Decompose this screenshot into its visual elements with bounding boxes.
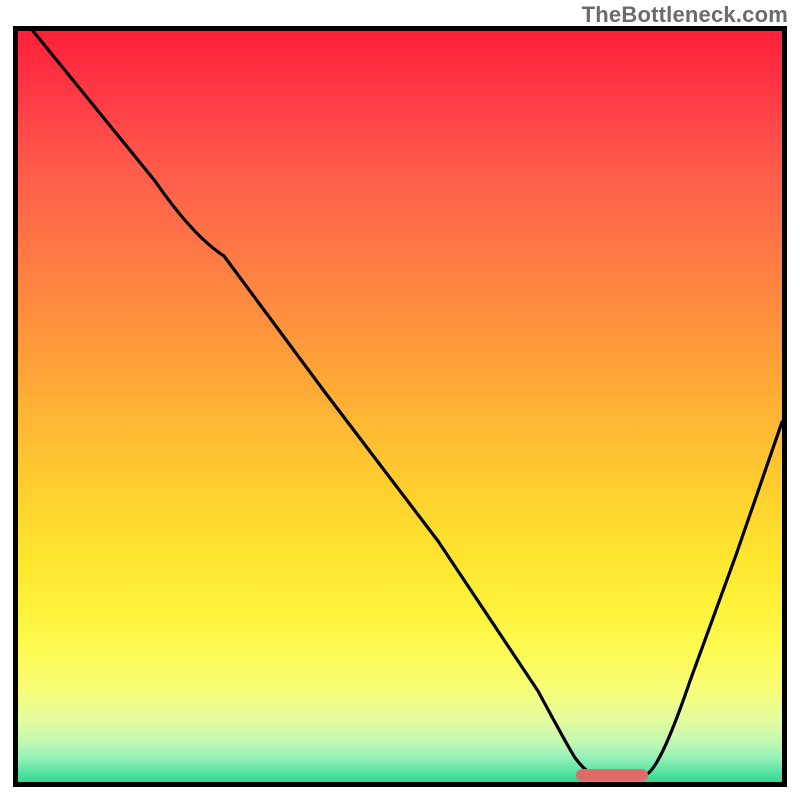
bottleneck-curve-path (33, 31, 782, 775)
watermark-text: TheBottleneck.com (582, 2, 788, 28)
bottleneck-curve-svg (18, 31, 782, 782)
optimal-range-marker (576, 769, 648, 781)
plot-area (13, 26, 787, 787)
